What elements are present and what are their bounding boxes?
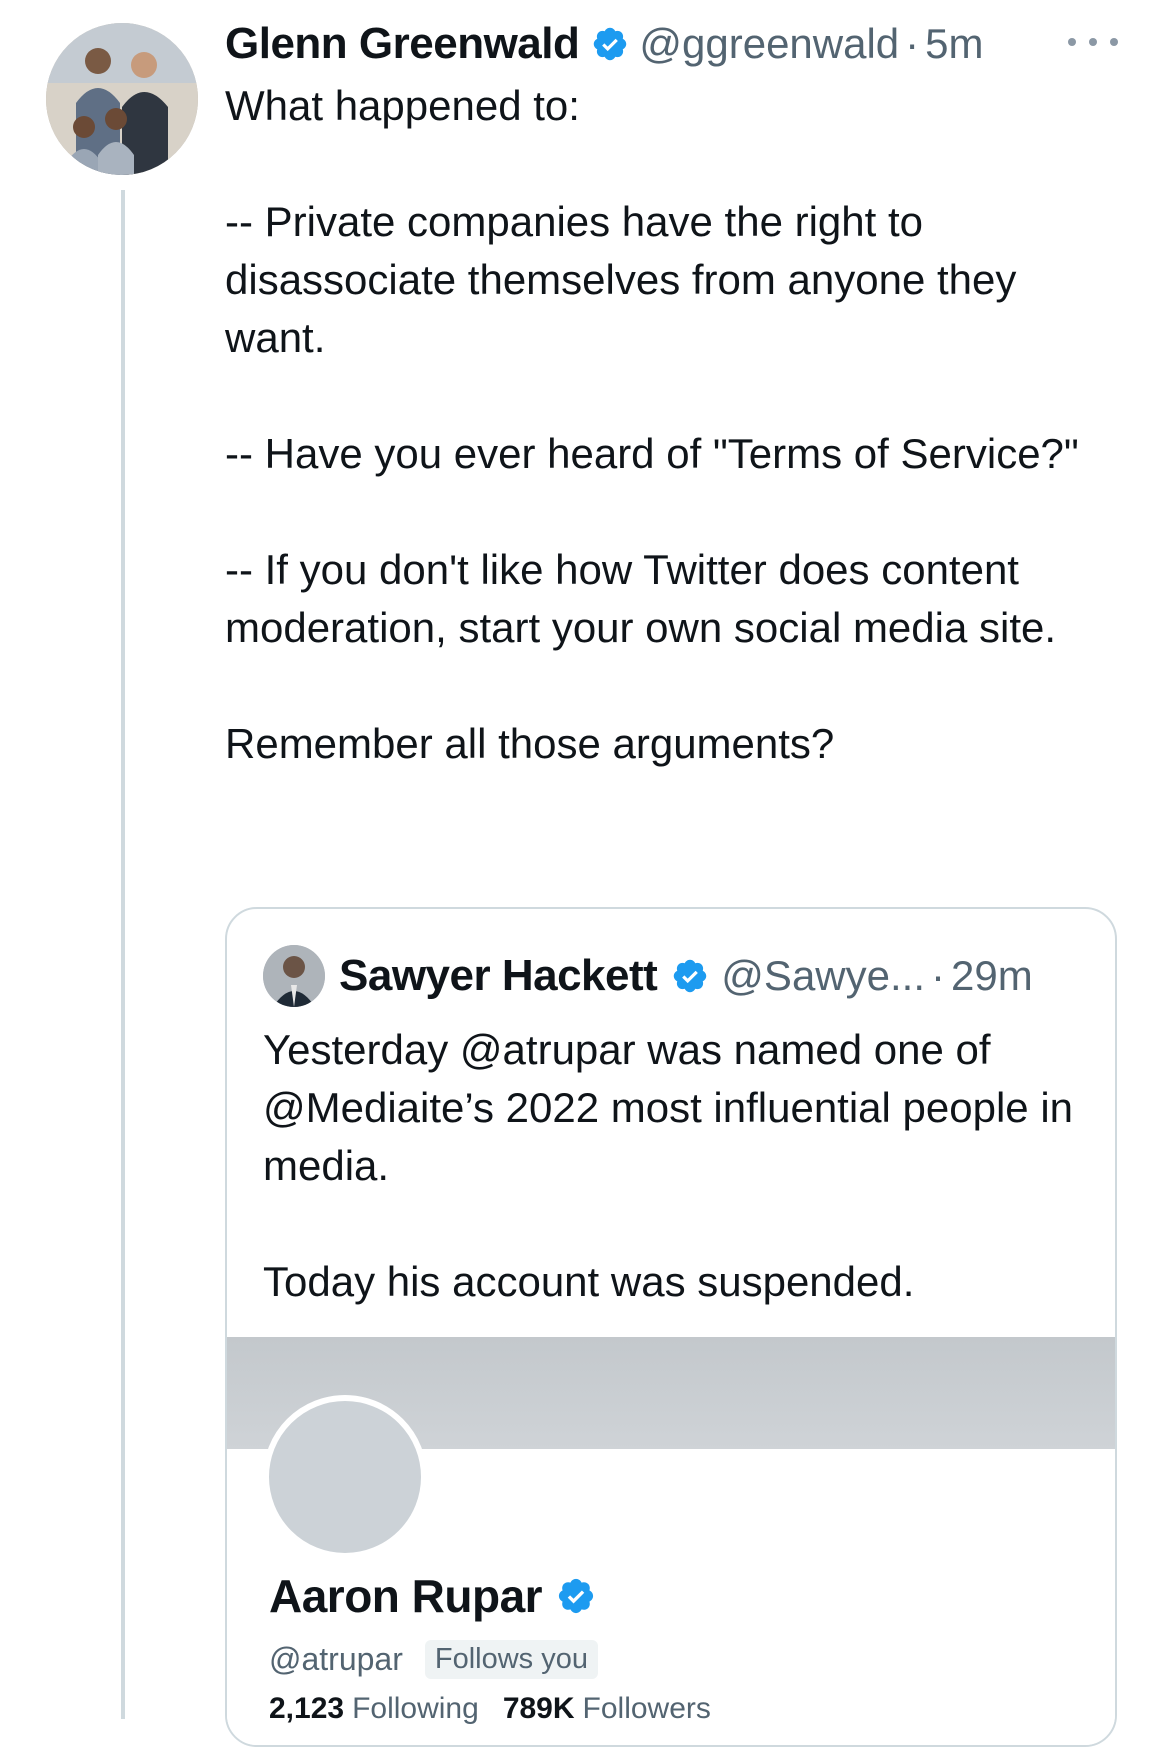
tweet-header: Glenn Greenwald @ggreenwald · 5m [225,16,1118,72]
tweet-paragraph: Remember all those arguments? [225,720,835,767]
author-avatar[interactable] [46,23,198,175]
author-name[interactable]: Glenn Greenwald [225,19,580,69]
author-handle[interactable]: @ggreenwald [639,20,899,68]
tweet-body: What happened to: -- Private companies h… [225,77,1125,773]
quoted-author-handle: @Sawye... [721,952,926,999]
tweet-paragraph: -- Private companies have the right to d… [225,198,1017,361]
verified-badge-icon [556,1576,596,1616]
profile-picture-placeholder [263,1395,427,1559]
followers-label: Followers [582,1692,711,1725]
followers-count: 789K [502,1692,575,1725]
tweet-paragraph: What happened to: [225,82,580,129]
profile-screenshot-media[interactable]: Aaron Rupar @atrupar Follows you 2,123 F… [227,1337,1115,1745]
profile-handle: @atrupar [269,1640,403,1677]
profile-stats: 2,123 Following 789K Followers [269,1687,711,1731]
following-count: 2,123 [269,1692,345,1725]
tweet-paragraph: -- If you don't like how Twitter does co… [225,546,1057,651]
verified-badge-icon [591,25,629,63]
quoted-tweet-card[interactable]: Sawyer Hackett @Sawye... · 29m Yesterday… [225,907,1117,1747]
profile-name: Aaron Rupar [269,1570,543,1622]
following-label: Following [352,1692,479,1725]
follows-you-badge: Follows you [424,1639,598,1679]
tweet-paragraph: -- Have you ever heard of "Terms of Serv… [225,430,1079,477]
quoted-tweet-timestamp: 29m [951,952,1033,999]
meta-separator: · [905,20,920,67]
tweet-timestamp[interactable]: 5m [925,20,983,68]
ellipsis-icon[interactable] [1068,22,1118,62]
quoted-author-avatar [263,945,325,1007]
thread-line [121,190,125,1719]
quoted-tweet-body: Yesterday @atrupar was named one of @Med… [263,1021,1093,1311]
meta-separator: · [931,952,946,999]
profile-handle-row: @atrupar Follows you [269,1637,598,1681]
quoted-author-name: Sawyer Hackett [339,951,658,1000]
quoted-tweet-header: Sawyer Hackett @Sawye... · 29m [263,945,1085,1007]
quoted-paragraph: Yesterday @atrupar was named one of @Med… [263,1026,1074,1189]
quoted-paragraph: Today his account was suspended. [263,1258,915,1305]
profile-name-row: Aaron Rupar [269,1565,596,1627]
verified-badge-icon [671,957,709,995]
